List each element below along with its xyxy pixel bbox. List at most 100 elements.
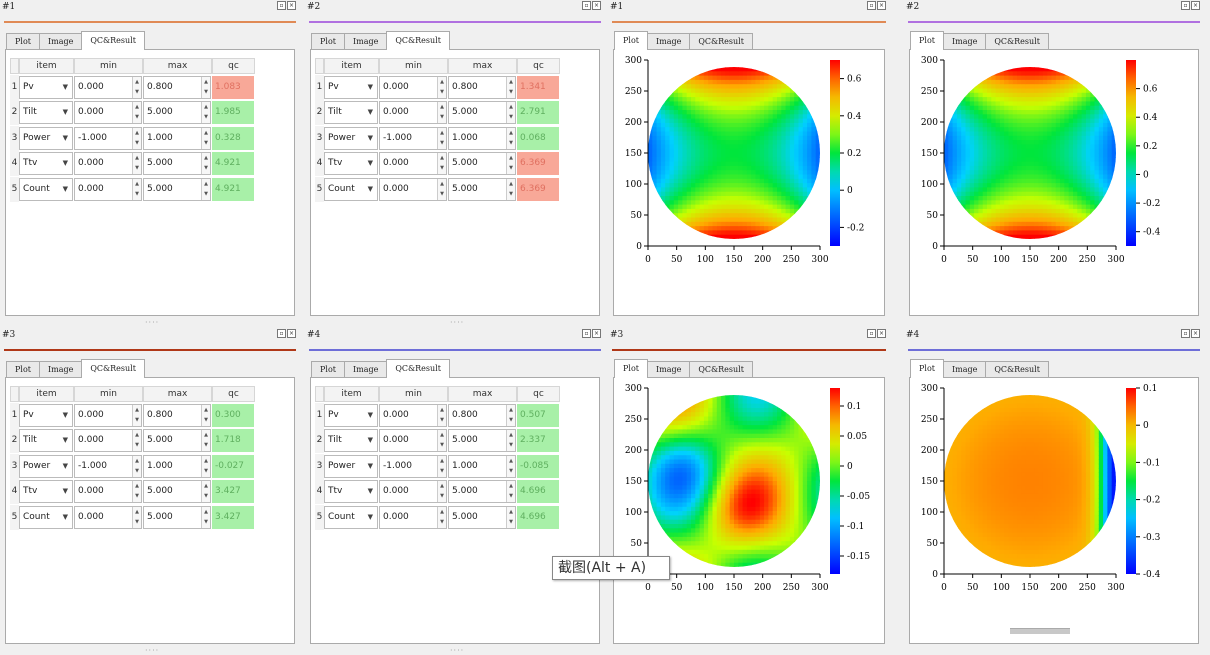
min-spinbox[interactable]: 0.000▲▼ [74, 506, 142, 529]
item-select[interactable]: Ttv▼ [324, 152, 378, 175]
item-select[interactable]: Pv▼ [324, 404, 378, 427]
spin-arrows-icon[interactable]: ▲▼ [437, 481, 446, 502]
close-icon[interactable]: × [1191, 1, 1200, 10]
item-select[interactable]: Power▼ [19, 127, 73, 150]
tab-image[interactable]: Image [39, 33, 82, 50]
min-spinbox[interactable]: 0.000▲▼ [379, 480, 447, 503]
spin-arrows-icon[interactable]: ▲▼ [201, 179, 210, 200]
restore-icon[interactable]: ▫ [582, 1, 591, 10]
spin-arrows-icon[interactable]: ▲▼ [132, 153, 141, 174]
max-spinbox[interactable]: 5.000▲▼ [448, 178, 516, 201]
tab-qcresult[interactable]: QC&Result [81, 31, 145, 50]
splitter-handle[interactable]: ···· [145, 646, 159, 655]
restore-icon[interactable]: ▫ [277, 1, 286, 10]
min-spinbox[interactable]: 0.000▲▼ [379, 404, 447, 427]
spin-arrows-icon[interactable]: ▲▼ [132, 102, 141, 123]
max-spinbox[interactable]: 1.000▲▼ [143, 127, 211, 150]
item-select[interactable]: Tilt▼ [324, 429, 378, 452]
close-icon[interactable]: × [592, 1, 601, 10]
item-select[interactable]: Power▼ [324, 127, 378, 150]
min-spinbox[interactable]: 0.000▲▼ [74, 101, 142, 124]
item-select[interactable]: Pv▼ [19, 76, 73, 99]
item-select[interactable]: Tilt▼ [324, 101, 378, 124]
max-spinbox[interactable]: 0.800▲▼ [448, 76, 516, 99]
spin-arrows-icon[interactable]: ▲▼ [201, 430, 210, 451]
spin-arrows-icon[interactable]: ▲▼ [201, 77, 210, 98]
tab-plot[interactable]: Plot [6, 33, 40, 50]
min-spinbox[interactable]: -1.000▲▼ [74, 455, 142, 478]
restore-icon[interactable]: ▫ [1181, 1, 1190, 10]
spin-arrows-icon[interactable]: ▲▼ [201, 507, 210, 528]
spin-arrows-icon[interactable]: ▲▼ [506, 179, 515, 200]
spin-arrows-icon[interactable]: ▲▼ [506, 430, 515, 451]
spin-arrows-icon[interactable]: ▲▼ [201, 481, 210, 502]
max-spinbox[interactable]: 5.000▲▼ [143, 506, 211, 529]
tab-image[interactable]: Image [647, 361, 690, 378]
spin-arrows-icon[interactable]: ▲▼ [437, 179, 446, 200]
tab-image[interactable]: Image [344, 33, 387, 50]
tab-plot[interactable]: Plot [311, 361, 345, 378]
close-icon[interactable]: × [287, 329, 296, 338]
spin-arrows-icon[interactable]: ▲▼ [201, 456, 210, 477]
tab-image[interactable]: Image [943, 33, 986, 50]
max-spinbox[interactable]: 5.000▲▼ [143, 429, 211, 452]
close-icon[interactable]: × [592, 329, 601, 338]
max-spinbox[interactable]: 5.000▲▼ [143, 178, 211, 201]
close-icon[interactable]: × [287, 1, 296, 10]
spin-arrows-icon[interactable]: ▲▼ [506, 481, 515, 502]
item-select[interactable]: Pv▼ [324, 76, 378, 99]
spin-arrows-icon[interactable]: ▲▼ [201, 102, 210, 123]
item-select[interactable]: Ttv▼ [324, 480, 378, 503]
min-spinbox[interactable]: 0.000▲▼ [379, 152, 447, 175]
min-spinbox[interactable]: 0.000▲▼ [74, 429, 142, 452]
spin-arrows-icon[interactable]: ▲▼ [506, 405, 515, 426]
close-icon[interactable]: × [877, 1, 886, 10]
spin-arrows-icon[interactable]: ▲▼ [437, 456, 446, 477]
spin-arrows-icon[interactable]: ▲▼ [506, 77, 515, 98]
close-icon[interactable]: × [877, 329, 886, 338]
spin-arrows-icon[interactable]: ▲▼ [132, 430, 141, 451]
item-select[interactable]: Count▼ [324, 506, 378, 529]
tab-qcresult[interactable]: QC&Result [386, 31, 450, 50]
tab-plot[interactable]: Plot [910, 31, 944, 50]
tab-plot[interactable]: Plot [614, 359, 648, 378]
max-spinbox[interactable]: 5.000▲▼ [448, 480, 516, 503]
item-select[interactable]: Count▼ [19, 178, 73, 201]
contour-plot[interactable]: 0501001502002503000501001502002503000.60… [614, 50, 884, 316]
contour-plot[interactable]: 0501001502002503000501001502002503000.60… [910, 50, 1198, 316]
tab-qcresult[interactable]: QC&Result [386, 359, 450, 378]
min-spinbox[interactable]: 0.000▲▼ [379, 101, 447, 124]
item-select[interactable]: Pv▼ [19, 404, 73, 427]
tab-qcresult[interactable]: QC&Result [81, 359, 145, 378]
tab-qcresult[interactable]: QC&Result [985, 33, 1049, 50]
spin-arrows-icon[interactable]: ▲▼ [437, 507, 446, 528]
spin-arrows-icon[interactable]: ▲▼ [201, 128, 210, 149]
min-spinbox[interactable]: -1.000▲▼ [74, 127, 142, 150]
spin-arrows-icon[interactable]: ▲▼ [437, 153, 446, 174]
item-select[interactable]: Power▼ [19, 455, 73, 478]
min-spinbox[interactable]: 0.000▲▼ [379, 429, 447, 452]
spin-arrows-icon[interactable]: ▲▼ [132, 77, 141, 98]
spin-arrows-icon[interactable]: ▲▼ [506, 507, 515, 528]
max-spinbox[interactable]: 5.000▲▼ [448, 101, 516, 124]
max-spinbox[interactable]: 1.000▲▼ [143, 455, 211, 478]
spin-arrows-icon[interactable]: ▲▼ [437, 102, 446, 123]
max-spinbox[interactable]: 5.000▲▼ [143, 152, 211, 175]
tab-plot[interactable]: Plot [6, 361, 40, 378]
max-spinbox[interactable]: 1.000▲▼ [448, 455, 516, 478]
spin-arrows-icon[interactable]: ▲▼ [132, 405, 141, 426]
spin-arrows-icon[interactable]: ▲▼ [506, 153, 515, 174]
max-spinbox[interactable]: 5.000▲▼ [448, 506, 516, 529]
tab-image[interactable]: Image [39, 361, 82, 378]
spin-arrows-icon[interactable]: ▲▼ [437, 405, 446, 426]
min-spinbox[interactable]: -1.000▲▼ [379, 455, 447, 478]
spin-arrows-icon[interactable]: ▲▼ [437, 430, 446, 451]
item-select[interactable]: Count▼ [19, 506, 73, 529]
max-spinbox[interactable]: 0.800▲▼ [143, 404, 211, 427]
max-spinbox[interactable]: 1.000▲▼ [448, 127, 516, 150]
contour-plot[interactable]: 0501001502002503000501001502002503000.10… [614, 378, 884, 644]
spin-arrows-icon[interactable]: ▲▼ [506, 456, 515, 477]
spin-arrows-icon[interactable]: ▲▼ [506, 128, 515, 149]
spin-arrows-icon[interactable]: ▲▼ [132, 507, 141, 528]
min-spinbox[interactable]: 0.000▲▼ [379, 76, 447, 99]
